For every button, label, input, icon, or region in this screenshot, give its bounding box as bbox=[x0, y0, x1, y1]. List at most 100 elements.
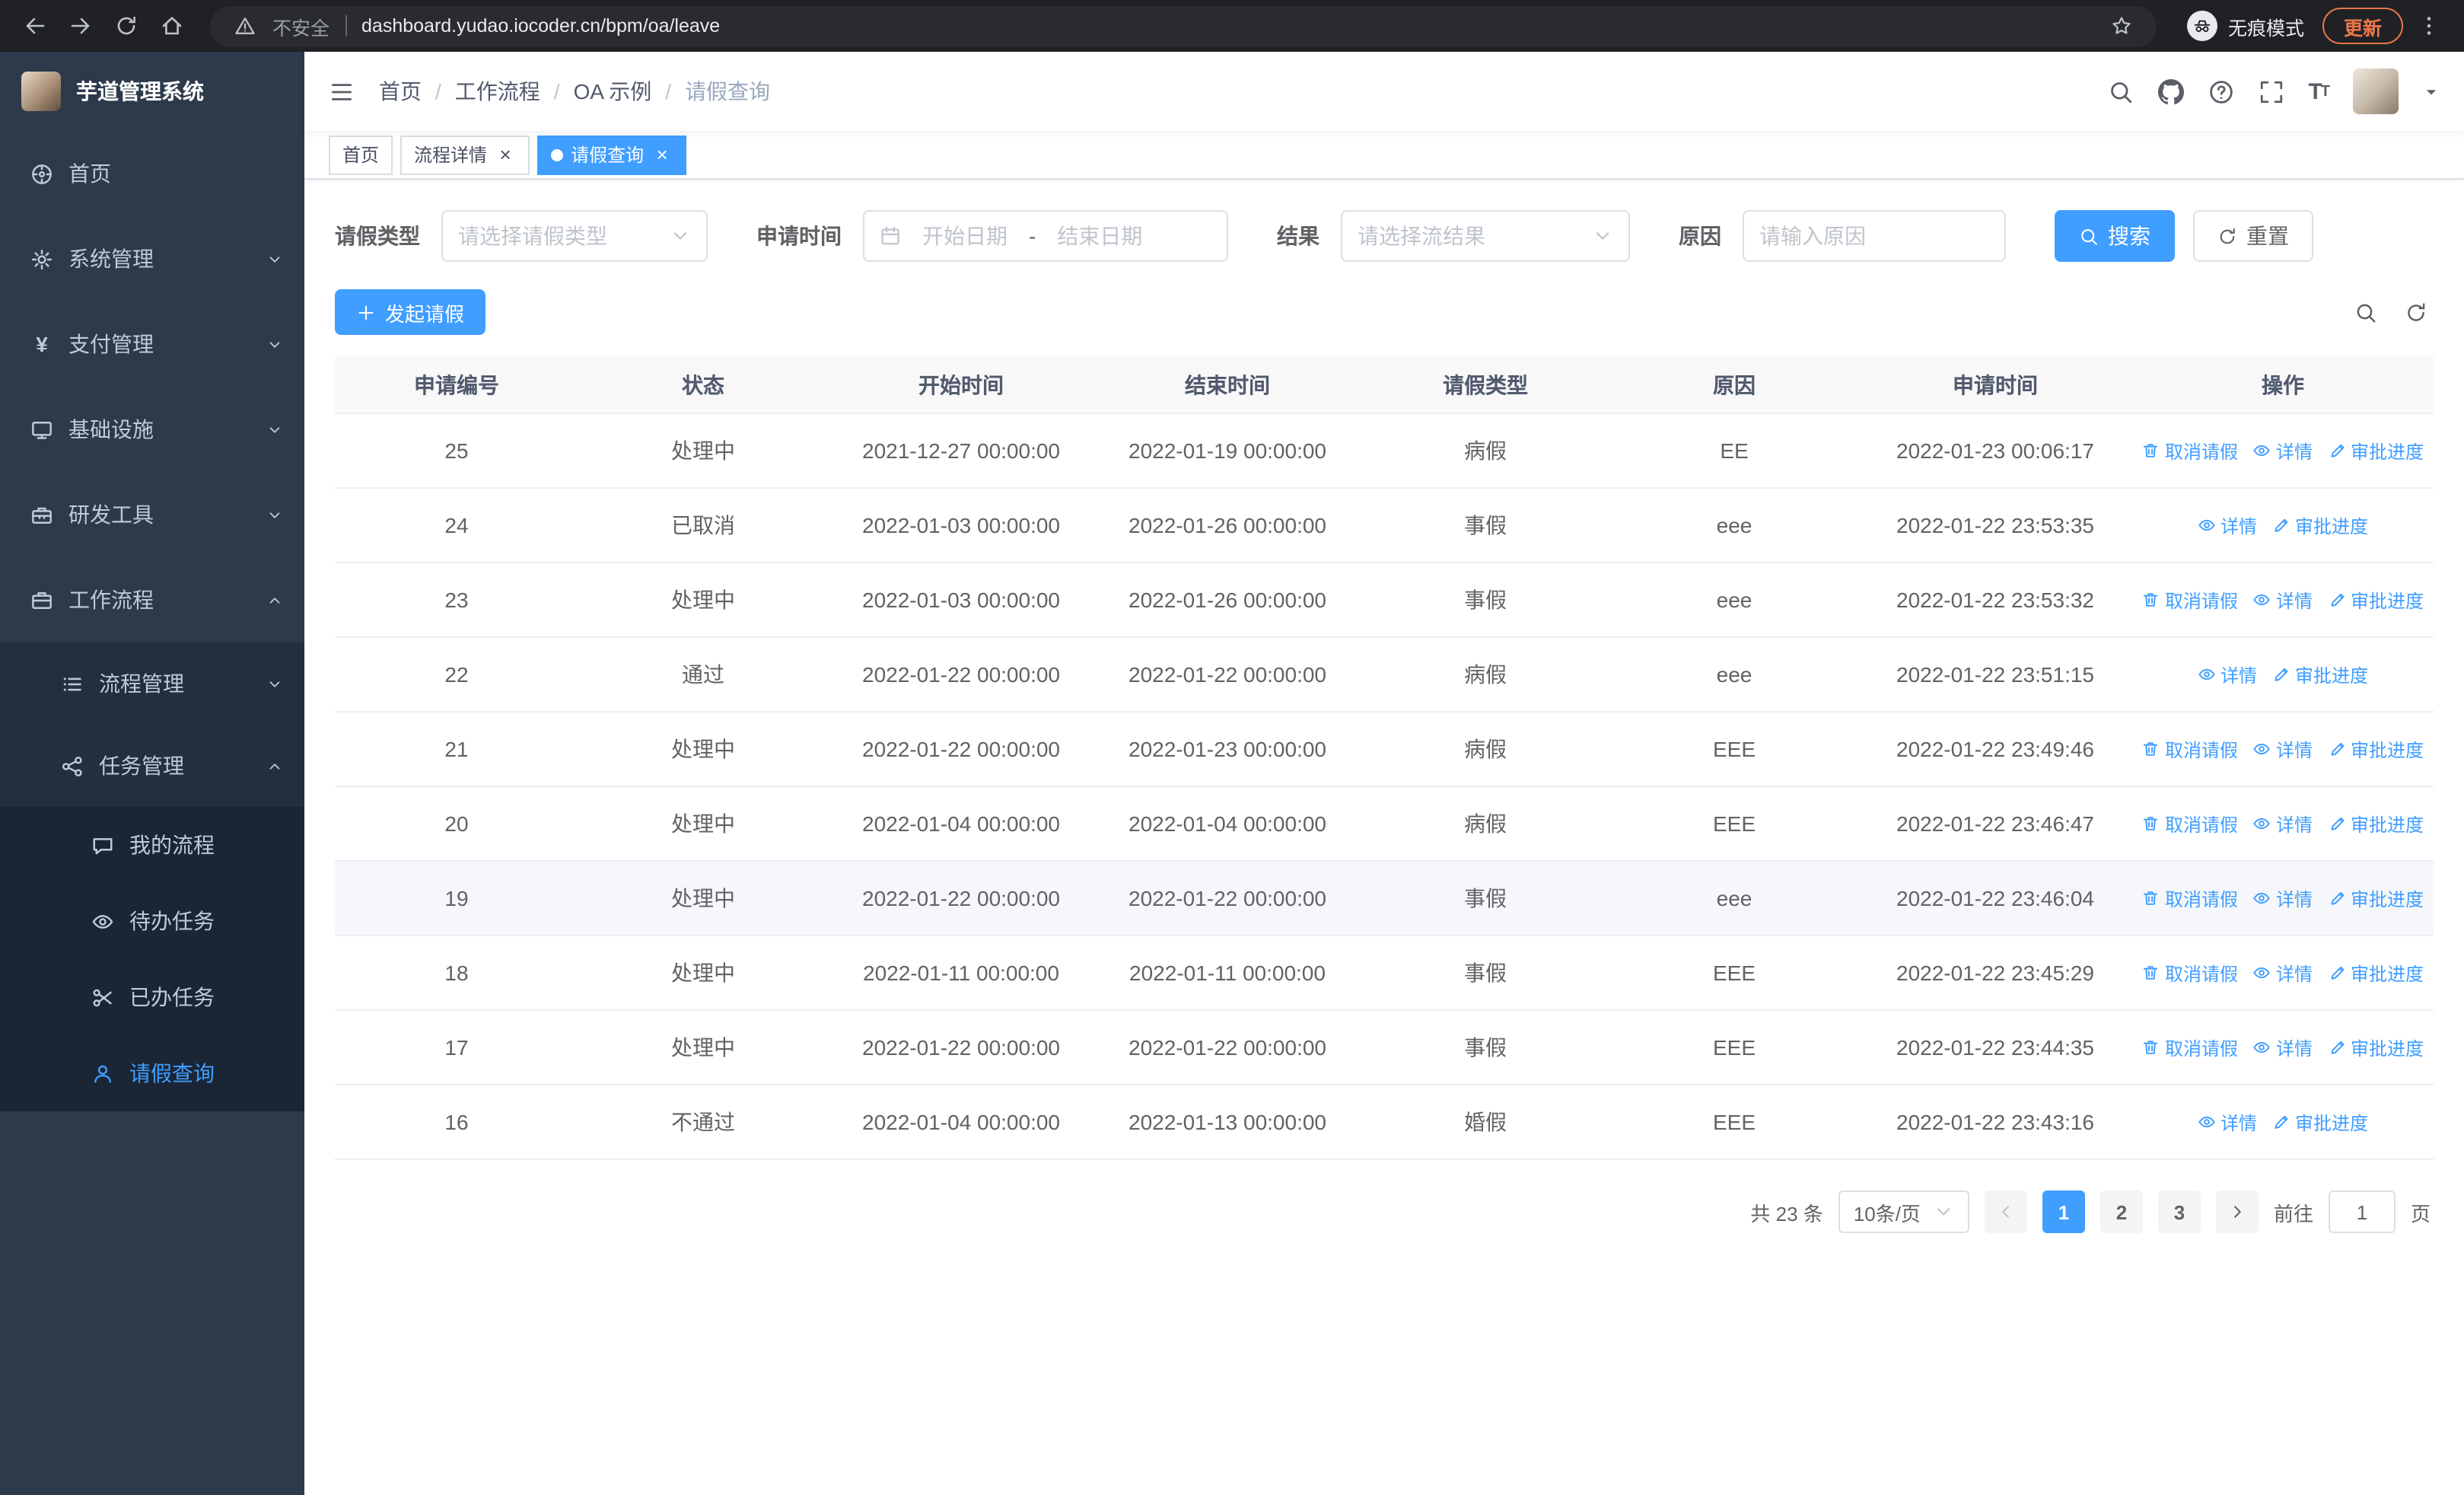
sidebar-item-my-process[interactable]: 我的流程 bbox=[0, 807, 304, 883]
cell-reason: eee bbox=[1716, 588, 1752, 612]
fullscreen-icon[interactable] bbox=[2258, 78, 2284, 104]
cancel-leave-link[interactable]: 取消请假 bbox=[2142, 811, 2238, 837]
sidebar-item-dev-tools[interactable]: 研发工具 bbox=[0, 472, 304, 557]
cancel-leave-link[interactable]: 取消请假 bbox=[2142, 587, 2238, 613]
page-button-3[interactable]: 3 bbox=[2157, 1191, 2201, 1233]
menu-fold-icon[interactable] bbox=[329, 78, 355, 104]
cell-apply-no: 19 bbox=[444, 886, 469, 910]
detail-link[interactable]: 详情 bbox=[2253, 811, 2313, 837]
detail-link[interactable]: 详情 bbox=[2253, 736, 2313, 762]
sidebar-item-home[interactable]: 首页 bbox=[0, 131, 304, 216]
cell-apply-time: 2022-01-23 00:06:17 bbox=[1896, 438, 2094, 463]
cancel-leave-link[interactable]: 取消请假 bbox=[2142, 736, 2238, 762]
sidebar-item-task-management[interactable]: 任务管理 bbox=[0, 725, 304, 807]
delete-icon bbox=[2142, 814, 2160, 833]
cancel-leave-link[interactable]: 取消请假 bbox=[2142, 438, 2238, 464]
app-logo[interactable]: 芋道管理系统 bbox=[0, 52, 304, 131]
reason-input[interactable] bbox=[1759, 224, 1989, 248]
sidebar-item-system[interactable]: 系统管理 bbox=[0, 216, 304, 301]
sidebar-item-workflow[interactable]: 工作流程 bbox=[0, 557, 304, 642]
page-button-1[interactable]: 1 bbox=[2042, 1191, 2085, 1233]
browser-back-icon[interactable] bbox=[15, 6, 55, 46]
sidebar-item-todo-task[interactable]: 待办任务 bbox=[0, 883, 304, 959]
detail-link[interactable]: 详情 bbox=[2198, 661, 2257, 687]
detail-link[interactable]: 详情 bbox=[2253, 1034, 2313, 1060]
detail-link[interactable]: 详情 bbox=[2198, 512, 2257, 538]
approval-progress-link[interactable]: 审批进度 bbox=[2328, 587, 2424, 613]
dashboard-icon bbox=[30, 162, 53, 185]
create-leave-button[interactable]: 发起请假 bbox=[335, 289, 486, 335]
browser-menu-icon[interactable] bbox=[2409, 6, 2449, 46]
col-status: 状态 bbox=[682, 372, 724, 397]
breadcrumb-item[interactable]: 工作流程 bbox=[455, 76, 540, 107]
detail-link[interactable]: 详情 bbox=[2253, 587, 2313, 613]
sidebar-item-infrastructure[interactable]: 基础设施 bbox=[0, 387, 304, 472]
tab-process-detail[interactable]: 流程详情 × bbox=[400, 135, 530, 174]
detail-link[interactable]: 详情 bbox=[2253, 885, 2313, 911]
cell-apply-time: 2022-01-22 23:44:35 bbox=[1896, 1035, 2094, 1060]
cancel-leave-link[interactable]: 取消请假 bbox=[2142, 1034, 2238, 1060]
tab-home[interactable]: 首页 bbox=[329, 135, 393, 174]
approval-progress-link[interactable]: 审批进度 bbox=[2328, 438, 2424, 464]
approval-progress-link[interactable]: 审批进度 bbox=[2328, 885, 2424, 911]
help-icon[interactable] bbox=[2208, 78, 2233, 104]
cell-start-time: 2022-01-22 00:00:00 bbox=[862, 737, 1060, 761]
end-date-input[interactable] bbox=[1042, 224, 1158, 248]
page-button-2[interactable]: 2 bbox=[2099, 1191, 2143, 1233]
sidebar: 芋道管理系统 首页 系统管理 ¥ 支付管理 基础设施 研发工具 工作流程 流程管理 任务管理 我的… bbox=[0, 52, 304, 1495]
search-button[interactable]: 搜索 bbox=[2055, 210, 2175, 262]
close-icon[interactable]: × bbox=[495, 144, 516, 165]
approval-progress-link[interactable]: 审批进度 bbox=[2328, 736, 2424, 762]
breadcrumb-item[interactable]: 首页 bbox=[379, 76, 422, 107]
approval-progress-link[interactable]: 审批进度 bbox=[2328, 960, 2424, 986]
browser-update-button[interactable]: 更新 bbox=[2322, 8, 2403, 44]
approval-progress-link[interactable]: 审批进度 bbox=[2272, 512, 2368, 538]
next-page-button[interactable] bbox=[2215, 1191, 2259, 1233]
result-select[interactable]: 请选择流结果 bbox=[1341, 210, 1630, 262]
sidebar-item-payment[interactable]: ¥ 支付管理 bbox=[0, 301, 304, 387]
table-refresh-icon[interactable] bbox=[2405, 301, 2427, 324]
avatar[interactable] bbox=[2353, 69, 2399, 114]
bookmark-star-icon[interactable] bbox=[2102, 6, 2141, 46]
cell-start-time: 2022-01-22 00:00:00 bbox=[862, 886, 1060, 910]
pagination-total: 共 23 条 bbox=[1750, 1202, 1823, 1225]
detail-link[interactable]: 详情 bbox=[2253, 960, 2313, 986]
search-toggle-icon[interactable] bbox=[2354, 301, 2377, 324]
tab-leave-query[interactable]: 请假查询 × bbox=[537, 135, 687, 174]
reset-button[interactable]: 重置 bbox=[2193, 210, 2313, 262]
apply-time-range-picker[interactable]: - bbox=[863, 210, 1228, 262]
sidebar-item-leave-query[interactable]: 请假查询 bbox=[0, 1035, 304, 1111]
avatar-caret-icon[interactable] bbox=[2423, 83, 2440, 100]
sidebar-item-process-management[interactable]: 流程管理 bbox=[0, 642, 304, 725]
browser-home-icon[interactable] bbox=[152, 6, 192, 46]
address-bar[interactable]: 不安全 dashboard.yudao.iocoder.cn/bpm/oa/le… bbox=[210, 5, 2157, 46]
browser-forward-icon[interactable] bbox=[61, 6, 100, 46]
leave-type-select[interactable]: 请选择请假类型 bbox=[441, 210, 708, 262]
cell-start-time: 2022-01-04 00:00:00 bbox=[862, 1110, 1060, 1134]
approval-progress-link[interactable]: 审批进度 bbox=[2328, 811, 2424, 837]
start-date-input[interactable] bbox=[907, 224, 1023, 248]
action-label: 审批进度 bbox=[2295, 515, 2369, 537]
browser-reload-icon[interactable] bbox=[107, 6, 146, 46]
search-icon[interactable] bbox=[2107, 78, 2133, 104]
github-icon[interactable] bbox=[2157, 78, 2184, 104]
action-label: 审批进度 bbox=[2295, 665, 2369, 686]
detail-link[interactable]: 详情 bbox=[2198, 1109, 2257, 1135]
table-row: 25 处理中 2021-12-27 00:00:00 2022-01-19 00:00… bbox=[335, 414, 2434, 489]
cancel-leave-link[interactable]: 取消请假 bbox=[2142, 885, 2238, 911]
fontsize-icon[interactable]: TT bbox=[2308, 78, 2330, 104]
breadcrumb-item[interactable]: OA 示例 bbox=[574, 76, 652, 107]
leave-query-page: 请假类型 请选择请假类型 申请时间 - bbox=[304, 180, 2464, 1495]
approval-progress-link[interactable]: 审批进度 bbox=[2272, 1109, 2368, 1135]
prev-page-button[interactable] bbox=[1984, 1191, 2027, 1233]
sidebar-item-done-task[interactable]: 已办任务 bbox=[0, 959, 304, 1035]
close-icon[interactable]: × bbox=[651, 144, 673, 165]
page-size-select[interactable]: 10条/页 bbox=[1838, 1191, 1969, 1233]
cancel-leave-link[interactable]: 取消请假 bbox=[2142, 960, 2238, 986]
goto-page-input[interactable] bbox=[2328, 1191, 2396, 1233]
toolbox-icon bbox=[30, 503, 53, 526]
approval-progress-link[interactable]: 审批进度 bbox=[2272, 661, 2368, 687]
cell-end-time: 2022-01-04 00:00:00 bbox=[1129, 811, 1326, 836]
detail-link[interactable]: 详情 bbox=[2253, 438, 2313, 464]
approval-progress-link[interactable]: 审批进度 bbox=[2328, 1034, 2424, 1060]
